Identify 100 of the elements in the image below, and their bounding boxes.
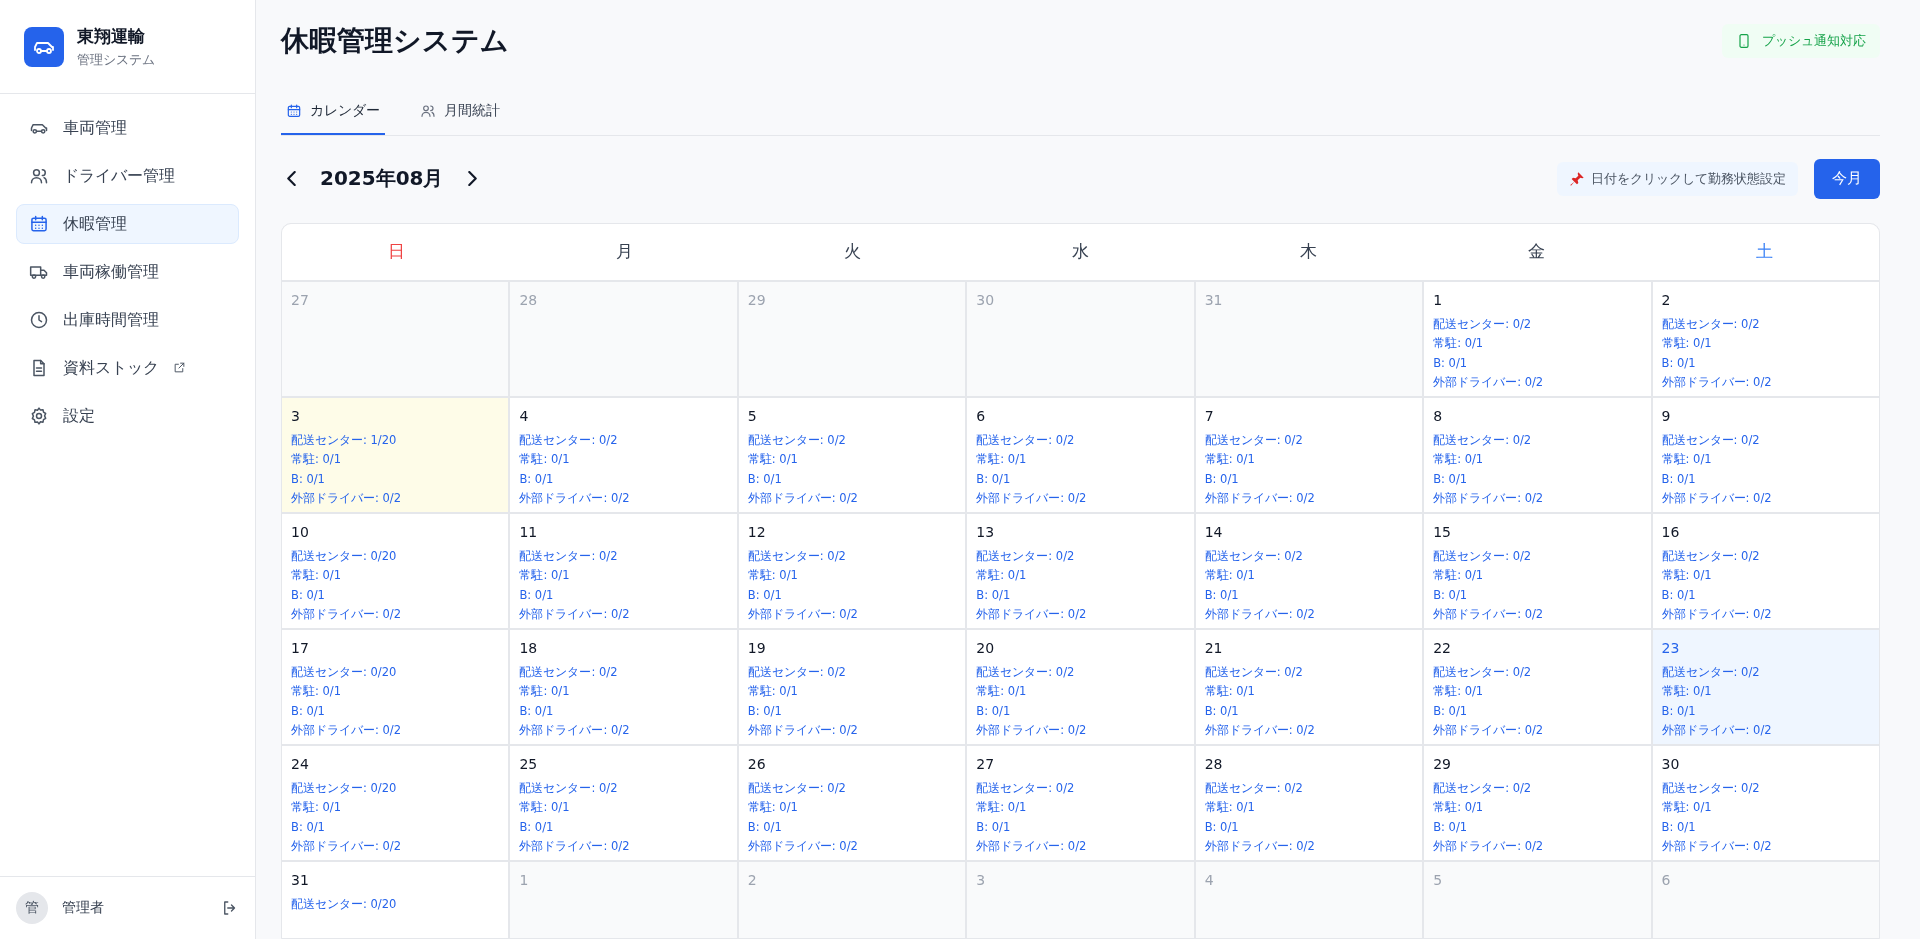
calendar-day[interactable]: 16 配送センター: 0/2 常駐: 0/1 B: 0/1 外部ドライバー: 0/2 [1652,513,1879,628]
calendar-day[interactable]: 12 配送センター: 0/2 常駐: 0/1 B: 0/1 外部ドライバー: 0/2 [738,513,966,628]
calendar-day[interactable]: 28 配送センター: 0/2 常駐: 0/1 B: 0/1 外部ドライバー: 0/2 [1195,745,1423,860]
day-number: 7 [1204,406,1214,425]
shift-count: 外部ドライバー: 0/2 [1433,722,1544,740]
day-number: 29 [1433,754,1451,773]
shift-count: B: 0/1 [1204,470,1239,488]
calendar-day[interactable]: 23 配送センター: 0/2 常駐: 0/1 B: 0/1 外部ドライバー: 0/2 [1652,629,1879,744]
shift-count: B: 0/1 [976,470,1011,488]
sidebar-item[interactable]: 出庫時間管理 [16,300,239,340]
shift-count: 外部ドライバー: 0/2 [1661,838,1772,856]
calendar-day[interactable]: 21 配送センター: 0/2 常駐: 0/1 B: 0/1 外部ドライバー: 0/2 [1195,629,1423,744]
shift-count: 配送センター: 0/2 [976,663,1075,681]
shift-count: 配送センター: 0/2 [747,663,846,681]
shift-count: 外部ドライバー: 0/2 [519,490,630,508]
weekday-header: 金 [1528,240,1546,264]
calendar-day[interactable]: 24 配送センター: 0/20 常駐: 0/1 B: 0/1 外部ドライバー: 0/2 [282,745,509,860]
calendar-day[interactable]: 6 配送センター: 0/2 常駐: 0/1 B: 0/1 外部ドライバー: 0/2 [967,397,1194,512]
shift-count: 外部ドライバー: 0/2 [1433,838,1544,856]
shift-count: 常駐: 0/1 [976,799,1027,817]
sidebar-item[interactable]: 車両稼働管理 [16,252,239,292]
shift-count: B: 0/1 [1661,702,1696,720]
day-number: 20 [976,638,995,657]
shift-count: B: 0/1 [1661,354,1696,372]
shift-count: 常駐: 0/1 [1661,799,1712,817]
shift-count: 配送センター: 0/2 [519,663,618,681]
calendar-day[interactable]: 14 配送センター: 0/2 常駐: 0/1 B: 0/1 外部ドライバー: 0/2 [1195,513,1423,628]
shift-count: 外部ドライバー: 0/2 [1661,490,1772,508]
sidebar-item[interactable]: 車両管理 [16,108,239,148]
shift-count: B: 0/1 [519,702,554,720]
shift-count: B: 0/1 [1204,586,1239,604]
calendar-day[interactable]: 22 配送センター: 0/2 常駐: 0/1 B: 0/1 外部ドライバー: 0/2 [1424,629,1651,744]
shift-count: B: 0/1 [1661,586,1696,604]
sidebar-item[interactable]: 休暇管理 [16,204,239,244]
calendar-day[interactable]: 8 配送センター: 0/2 常駐: 0/1 B: 0/1 外部ドライバー: 0/2 [1424,397,1651,512]
shift-count: 外部ドライバー: 0/2 [291,490,402,508]
hint-chip: 日付をクリックして勤務状態設定 [1557,161,1798,196]
sidebar-item[interactable]: ドライバー管理 [16,156,239,196]
tab[interactable]: 月間統計 [415,89,505,135]
shift-count: 外部ドライバー: 0/2 [291,606,402,624]
calendar-day[interactable]: 27 配送センター: 0/2 常駐: 0/1 B: 0/1 外部ドライバー: 0/2 [967,745,1194,860]
shift-count: B: 0/1 [1204,702,1239,720]
users-icon [420,103,436,120]
day-number: 2 [747,870,757,889]
shift-count: 外部ドライバー: 0/2 [747,838,858,856]
calendar-day[interactable]: 11 配送センター: 0/2 常駐: 0/1 B: 0/1 外部ドライバー: 0/2 [510,513,737,628]
sidebar-item[interactable]: 資料ストック [16,348,239,388]
calendar-day[interactable]: 30 配送センター: 0/2 常駐: 0/1 B: 0/1 外部ドライバー: 0/2 [1652,745,1879,860]
shift-count: 外部ドライバー: 0/2 [519,722,630,740]
calendar-day[interactable]: 18 配送センター: 0/2 常駐: 0/1 B: 0/1 外部ドライバー: 0/2 [510,629,737,744]
tab[interactable]: カレンダー [281,89,385,135]
calendar-day[interactable]: 20 配送センター: 0/2 常駐: 0/1 B: 0/1 外部ドライバー: 0/2 [967,629,1194,744]
calendar-day[interactable]: 9 配送センター: 0/2 常駐: 0/1 B: 0/1 外部ドライバー: 0/2 [1652,397,1879,512]
calendar-day[interactable]: 25 配送センター: 0/2 常駐: 0/1 B: 0/1 外部ドライバー: 0/2 [510,745,737,860]
current-month-button[interactable]: 今月 [1814,158,1880,199]
calendar-day[interactable]: 13 配送センター: 0/2 常駐: 0/1 B: 0/1 外部ドライバー: 0/2 [967,513,1194,628]
calendar-day[interactable]: 1 配送センター: 0/2 常駐: 0/1 B: 0/1 外部ドライバー: 0/2 [1424,281,1651,396]
user-name: 管理者 [62,899,105,917]
shift-count: 配送センター: 0/2 [1661,431,1760,449]
calendar-day[interactable]: 29 配送センター: 0/2 常駐: 0/1 B: 0/1 外部ドライバー: 0/2 [1424,745,1651,860]
shift-count: 常駐: 0/1 [1204,567,1255,585]
calendar-day[interactable]: 10 配送センター: 0/20 常駐: 0/1 B: 0/1 外部ドライバー: 0/2 [282,513,509,628]
calendar-day[interactable]: 15 配送センター: 0/2 常駐: 0/1 B: 0/1 外部ドライバー: 0/2 [1424,513,1651,628]
shift-count: B: 0/1 [1661,470,1696,488]
brand-name: 東翔運輸 [77,24,146,48]
shift-count: 配送センター: 0/2 [1433,663,1532,681]
shift-count: 外部ドライバー: 0/2 [747,722,858,740]
shift-count: 外部ドライバー: 0/2 [1661,606,1772,624]
shift-count: B: 0/1 [747,702,782,720]
shift-count: 外部ドライバー: 0/2 [1204,722,1315,740]
shift-count: B: 0/1 [1433,702,1468,720]
shift-count: 配送センター: 0/2 [1661,547,1760,565]
day-number: 6 [1661,870,1671,889]
shift-count: 配送センター: 0/2 [519,779,618,797]
calendar-day[interactable]: 2 配送センター: 0/2 常駐: 0/1 B: 0/1 外部ドライバー: 0/2 [1652,281,1879,396]
external-link-icon [173,360,186,374]
calendar-day[interactable]: 5 配送センター: 0/2 常駐: 0/1 B: 0/1 外部ドライバー: 0/2 [738,397,966,512]
calendar-day[interactable]: 26 配送センター: 0/2 常駐: 0/1 B: 0/1 外部ドライバー: 0/2 [738,745,966,860]
shift-count: B: 0/1 [291,818,325,836]
calendar-day[interactable]: 3 配送センター: 1/20 常駐: 0/1 B: 0/1 外部ドライバー: 0/2 [282,397,509,512]
shift-count: B: 0/1 [976,586,1011,604]
shift-count: B: 0/1 [519,470,554,488]
shift-count: B: 0/1 [976,818,1011,836]
shift-count: 配送センター: 0/2 [1433,315,1532,333]
weekday-header: 月 [615,240,633,264]
shift-count: 常駐: 0/1 [1433,567,1484,585]
day-number: 26 [747,754,766,773]
calendar-day[interactable]: 17 配送センター: 0/20 常駐: 0/1 B: 0/1 外部ドライバー: 0/2 [282,629,509,744]
calendar-day[interactable]: 31 配送センター: 0/20 [282,861,509,938]
calendar-day[interactable]: 4 配送センター: 0/2 常駐: 0/1 B: 0/1 外部ドライバー: 0/2 [510,397,737,512]
shift-count: 常駐: 0/1 [976,683,1027,701]
shift-count: B: 0/1 [747,586,782,604]
calendar-day[interactable]: 7 配送センター: 0/2 常駐: 0/1 B: 0/1 外部ドライバー: 0/2 [1195,397,1423,512]
shift-count: 外部ドライバー: 0/2 [1433,374,1544,392]
day-number: 30 [1661,754,1680,773]
calendar-day[interactable]: 19 配送センター: 0/2 常駐: 0/1 B: 0/1 外部ドライバー: 0/2 [738,629,966,744]
shift-count: 常駐: 0/1 [1433,451,1484,469]
shift-count: 常駐: 0/1 [1433,683,1484,701]
day-number: 29 [747,290,766,309]
sidebar-item[interactable]: 設定 [16,396,239,436]
